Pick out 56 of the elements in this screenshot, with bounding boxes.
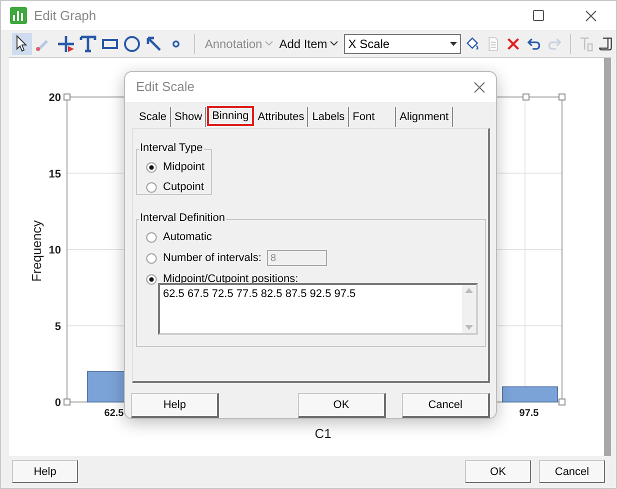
tab[interactable]: Labels: [309, 107, 349, 127]
dialog-button[interactable]: OK: [298, 393, 386, 418]
radio-button[interactable]: [146, 162, 157, 172]
tab[interactable]: Scale: [136, 107, 171, 127]
caret-icon: [450, 42, 457, 46]
maximize-icon[interactable]: [533, 10, 544, 22]
tick-label: 20: [48, 92, 61, 104]
tick-label: 15: [48, 168, 61, 180]
item-dropdown[interactable]: X Scale: [344, 34, 461, 54]
selection-handle[interactable]: [522, 93, 530, 100]
text-area[interactable]: 62.5 67.5 72.5 77.5 82.5 87.5 92.5 97.5: [158, 283, 478, 335]
radio-button[interactable]: [146, 182, 157, 192]
tab[interactable]: Attributes: [254, 107, 308, 127]
dialog-title: Edit Scale: [136, 78, 195, 96]
tab[interactable]: Font: [350, 107, 396, 127]
radio-button[interactable]: [146, 274, 157, 284]
selection-handle[interactable]: [558, 93, 566, 100]
scrollbar[interactable]: [604, 58, 611, 456]
radio-label: Cutpoint: [163, 180, 204, 195]
axis-title: Frequency: [29, 220, 44, 282]
close-icon[interactable]: [585, 10, 597, 22]
radio-label: Midpoint: [163, 160, 205, 175]
crosshair-icon: [56, 34, 76, 54]
tick-label: 10: [48, 244, 61, 256]
caret-icon: [265, 41, 274, 46]
tool-button[interactable]: [12, 32, 32, 55]
radio-label: Number of intervals:: [163, 250, 262, 266]
tick-label: 97.5: [519, 408, 539, 419]
radio-button[interactable]: [146, 252, 157, 264]
tick-label: 0: [54, 396, 61, 409]
selection-handle[interactable]: [64, 93, 70, 100]
dialog-button[interactable]: Cancel: [539, 460, 605, 484]
radio-button[interactable]: [146, 232, 157, 242]
dialog-button[interactable]: Cancel: [402, 393, 490, 418]
dialog-button[interactable]: Help: [12, 460, 78, 484]
dialog-button[interactable]: OK: [465, 460, 531, 484]
histogram-bar: [502, 386, 558, 402]
menu-button[interactable]: Add Item: [277, 34, 340, 53]
selection-handle[interactable]: [558, 398, 566, 406]
dialog-button[interactable]: Help: [131, 393, 220, 418]
tab[interactable]: Binning: [207, 106, 254, 126]
tick-label: 5: [54, 320, 61, 332]
text-tool-icon: [78, 34, 98, 54]
circle-icon: [122, 34, 142, 54]
tab[interactable]: Show: [172, 107, 206, 127]
chart-app-icon: [10, 7, 27, 24]
window-title: Edit Graph: [34, 6, 96, 25]
tick-label: 62.5: [104, 408, 124, 419]
selection-handle[interactable]: [64, 398, 70, 406]
tab[interactable]: Alignment: [396, 107, 453, 127]
group-title: Interval Type: [139, 142, 204, 155]
axis-title: C1: [314, 426, 332, 441]
caret-icon: [330, 41, 338, 46]
radio-label: Automatic: [163, 230, 212, 245]
positions-value: 62.5 67.5 72.5 77.5 82.5 87.5 92.5 97.5: [162, 287, 357, 301]
close-icon[interactable]: [474, 82, 485, 92]
